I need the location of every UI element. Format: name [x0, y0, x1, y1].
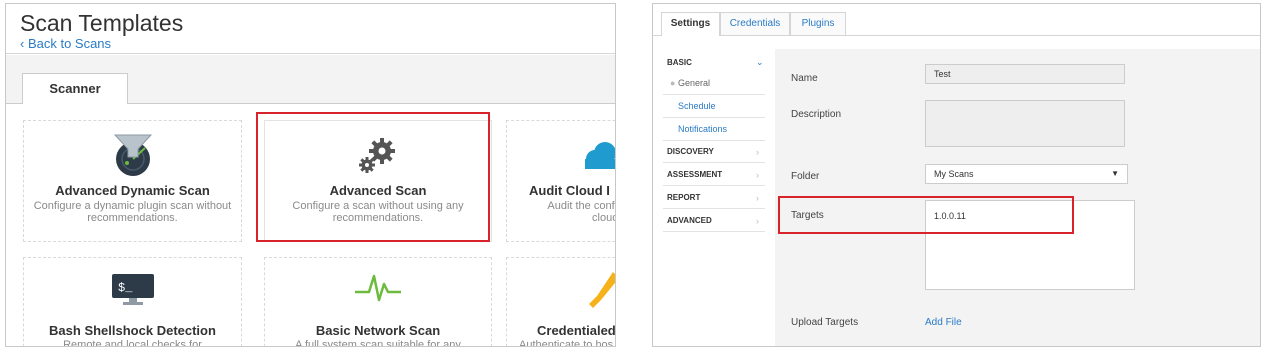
add-file-link[interactable]: Add File — [925, 317, 962, 328]
template-card-credentialed[interactable]: Credentialed Authenticate to hos — [506, 257, 616, 347]
card-title: Audit Cloud I — [529, 183, 610, 198]
folder-select-value: My Scans — [934, 169, 974, 179]
page-header: Scan Templates ‹ Back to Scans — [6, 4, 615, 54]
sidebar-item-notifications[interactable]: Notifications — [678, 124, 727, 134]
chevron-right-icon: › — [756, 147, 759, 157]
tab-settings[interactable]: Settings — [661, 12, 720, 36]
card-title: Bash Shellshock Detection — [49, 323, 216, 338]
template-card-audit-cloud[interactable]: Audit Cloud I Audit the configur cloud s… — [506, 120, 616, 242]
template-card-bash-shellshock[interactable]: $_ Bash Shellshock Detection Remote and … — [23, 257, 242, 347]
key-icon — [587, 270, 615, 310]
upload-targets-label: Upload Targets — [791, 317, 859, 328]
divider — [663, 94, 765, 95]
card-title: Basic Network Scan — [315, 323, 441, 338]
pulse-icon — [265, 270, 491, 304]
divider — [663, 185, 765, 186]
divider — [663, 140, 765, 141]
back-to-scans-link[interactable]: ‹ Back to Scans — [20, 36, 111, 51]
chevron-right-icon: › — [756, 193, 759, 203]
chevron-down-icon: ⌄ — [756, 57, 764, 67]
template-card-advanced-dynamic-scan[interactable]: Advanced Dynamic Scan Configure a dynami… — [23, 120, 242, 242]
description-label: Description — [791, 109, 842, 120]
name-field[interactable]: Test — [925, 64, 1125, 84]
card-description: A full system scan suitable for any — [295, 339, 461, 347]
sidebar-section-report[interactable]: REPORT — [667, 193, 700, 202]
card-description: Authenticate to hos — [519, 339, 614, 347]
card-description: Remote and local checks for — [63, 339, 202, 347]
page-title: Scan Templates — [20, 10, 184, 36]
chevron-right-icon: › — [756, 216, 759, 226]
card-title: Advanced Dynamic Scan — [55, 183, 210, 198]
card-title: Credentialed — [537, 323, 616, 338]
chevron-right-icon: › — [756, 170, 759, 180]
svg-text:$_: $_ — [118, 281, 133, 295]
template-card-basic-network-scan[interactable]: Basic Network Scan A full system scan su… — [264, 257, 492, 347]
sidebar-item-schedule[interactable]: Schedule — [678, 101, 716, 111]
sidebar-section-advanced[interactable]: ADVANCED — [667, 216, 712, 225]
highlight-targets — [778, 196, 1074, 234]
tab-divider — [653, 35, 1260, 36]
sidebar-section-assessment[interactable]: ASSESSMENT — [667, 170, 722, 179]
sidebar-item-label: General — [677, 78, 710, 88]
description-field[interactable] — [925, 100, 1125, 147]
caret-down-icon: ▼ — [1111, 169, 1119, 178]
terminal-icon: $_ — [24, 272, 241, 306]
folder-select[interactable]: My Scans ▼ — [925, 164, 1128, 184]
card-description: Audit the configur cloud se — [547, 200, 616, 224]
name-label: Name — [791, 73, 818, 84]
tab-credentials[interactable]: Credentials — [720, 12, 790, 35]
folder-label: Folder — [791, 171, 820, 182]
divider — [663, 208, 765, 209]
radar-funnel-icon — [24, 133, 241, 177]
sidebar-item-general[interactable]: ● General — [670, 78, 710, 88]
settings-sidebar: BASIC ⌄ ● General Schedule Notifications… — [653, 49, 768, 346]
sidebar-section-discovery[interactable]: DISCOVERY — [667, 147, 714, 156]
scan-settings-panel: Settings Credentials Plugins BASIC ⌄ ● G… — [652, 3, 1261, 347]
divider — [663, 117, 765, 118]
divider — [663, 231, 765, 232]
tab-plugins[interactable]: Plugins — [790, 12, 846, 35]
card-description: Configure a dynamic plugin scan without … — [33, 200, 232, 224]
sidebar-section-basic[interactable]: BASIC — [667, 58, 692, 67]
cloud-icon — [577, 141, 615, 175]
tab-scanner[interactable]: Scanner — [22, 73, 128, 104]
highlight-advanced-scan — [256, 112, 490, 242]
divider — [663, 162, 765, 163]
